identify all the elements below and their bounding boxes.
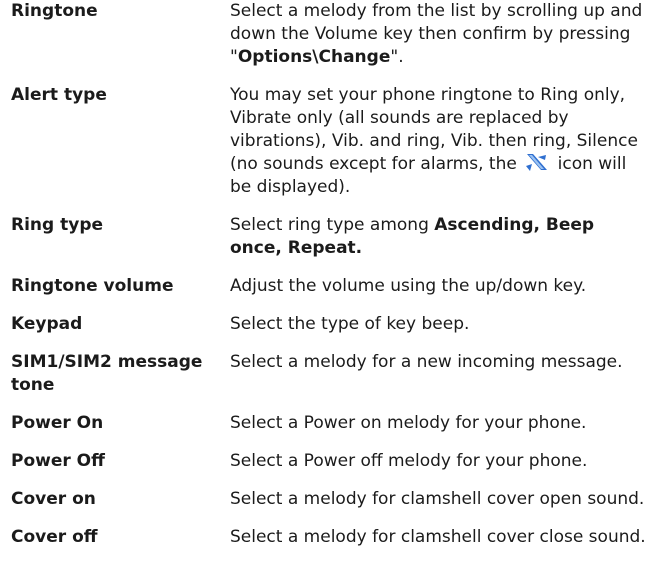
def-ringtone-end: ". (390, 47, 404, 67)
def-power-off: Select a Power off melody for your phone… (230, 451, 588, 471)
row-ringtone-volume: Ringtone volume Adjust the volume using … (11, 275, 651, 298)
term-cover-off: Cover off (11, 527, 98, 547)
row-power-off: Power Off Select a Power off melody for … (11, 450, 651, 473)
def-ringtone-bold: Options\Change (237, 47, 391, 67)
term-keypad: Keypad (11, 314, 83, 334)
def-cover-off: Select a melody for clamshell cover clos… (230, 527, 646, 547)
def-ringtone-volume: Adjust the volume using the up/down key. (230, 276, 587, 296)
def-ringtone: Select a melody from the list by scrolli… (230, 0, 651, 69)
row-power-on: Power On Select a Power on melody for yo… (11, 412, 651, 435)
term-cover-on: Cover on (11, 489, 96, 509)
row-keypad: Keypad Select the type of key beep. (11, 313, 651, 336)
row-sim-message-tone: SIM1/SIM2 message tone Select a melody f… (11, 351, 651, 397)
term-power-off: Power Off (11, 451, 105, 471)
term-ringtone: Ringtone (11, 1, 98, 21)
row-alert-type: Alert type You may set your phone ringto… (11, 84, 651, 199)
term-ringtone-volume: Ringtone volume (11, 276, 174, 296)
term-ring-type: Ring type (11, 215, 104, 235)
term-alert-type: Alert type (11, 85, 107, 105)
def-ring-type: Select ring type among Ascending, Beep o… (230, 214, 651, 260)
row-ringtone: Ringtone Select a melody from the list b… (11, 0, 651, 69)
term-power-on: Power On (11, 413, 104, 433)
silent-mode-icon (524, 153, 550, 172)
term-sim-message-tone: SIM1/SIM2 message tone (11, 352, 203, 395)
def-sim-message-tone: Select a melody for a new incoming messa… (230, 352, 623, 372)
row-ring-type: Ring type Select ring type among Ascendi… (11, 214, 651, 260)
def-alert-type: You may set your phone ringtone to Ring … (230, 84, 651, 199)
def-power-on: Select a Power on melody for your phone. (230, 413, 587, 433)
row-cover-on: Cover on Select a melody for clamshell c… (11, 488, 651, 511)
def-ring-type-text: Select ring type among (230, 215, 435, 235)
settings-definition-list: Ringtone Select a melody from the list b… (11, 0, 651, 549)
row-cover-off: Cover off Select a melody for clamshell … (11, 526, 651, 549)
def-keypad: Select the type of key beep. (230, 314, 470, 334)
def-cover-on: Select a melody for clamshell cover open… (230, 489, 645, 509)
